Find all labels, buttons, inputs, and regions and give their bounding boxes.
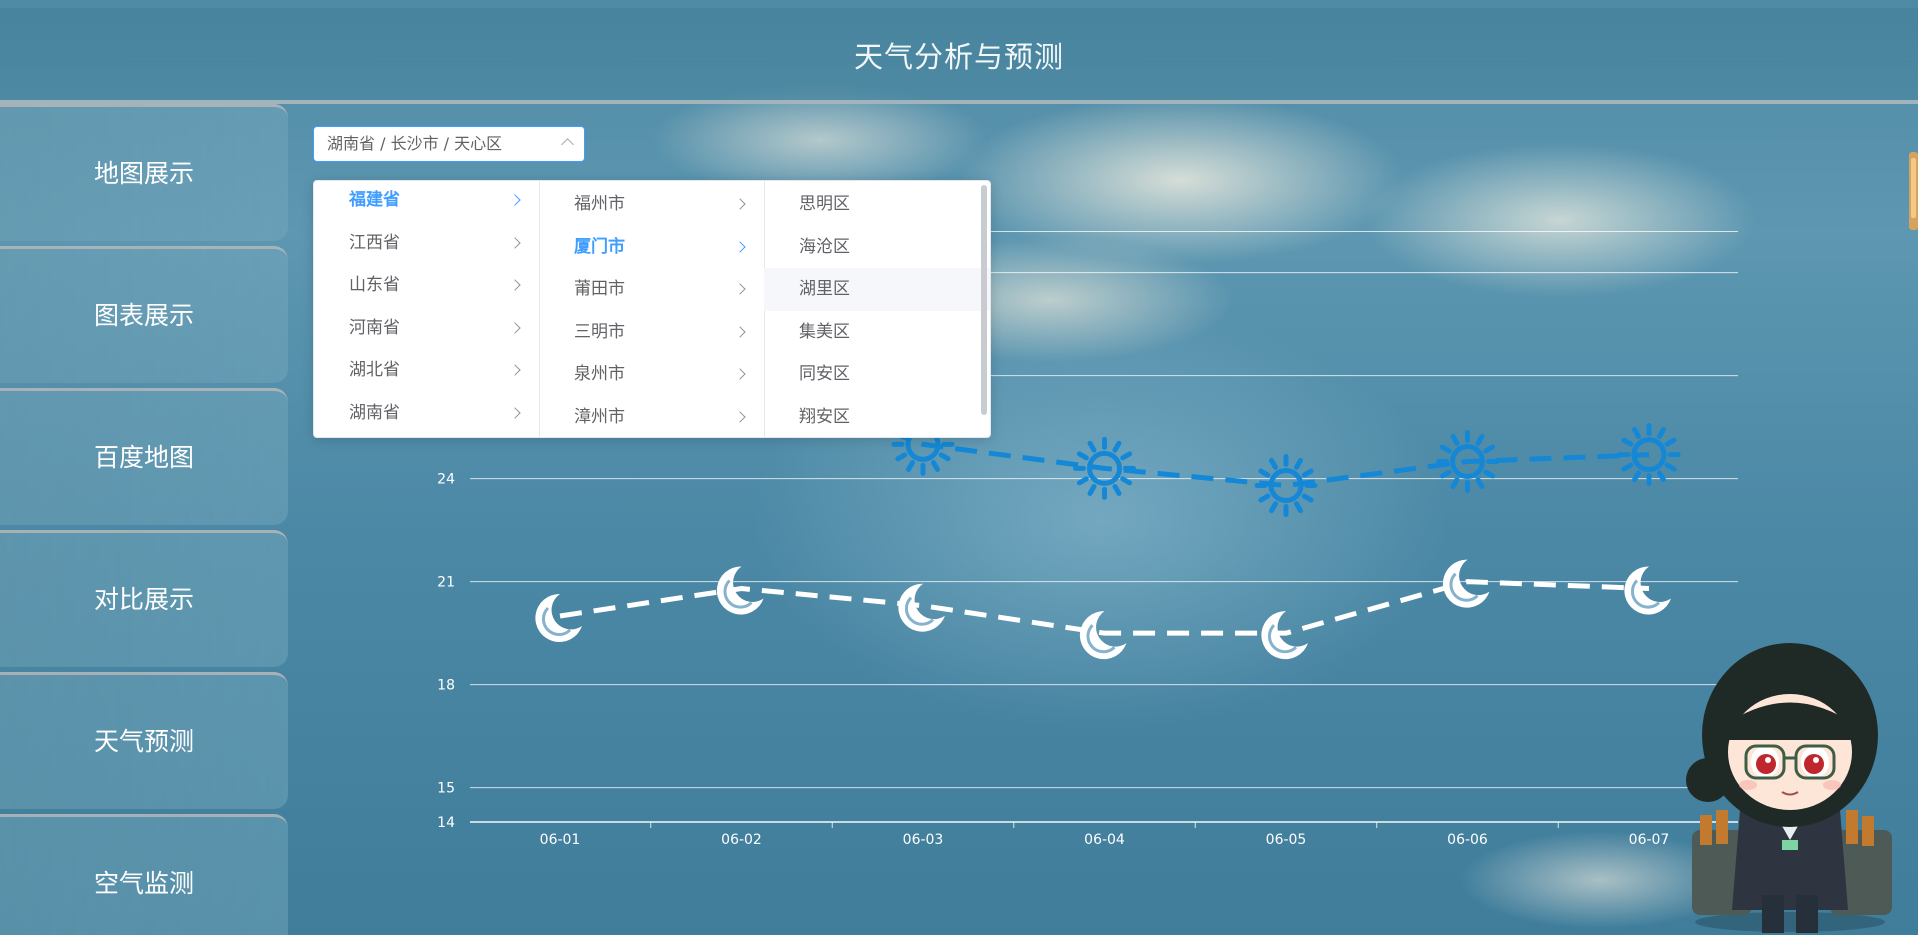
region-cascader-input[interactable]: 湖南省 / 长沙市 / 天心区 [313, 126, 585, 162]
header-bar: 天气分析与预测 [0, 8, 1918, 104]
y-tick-label: 18 [437, 678, 455, 694]
city-option[interactable]: 泉州市 [539, 353, 764, 396]
province-option[interactable]: 湖南省 [314, 392, 539, 435]
chevron-right-icon [734, 325, 746, 338]
city-option[interactable]: 漳州市 [539, 396, 764, 438]
district-option[interactable]: 翔安区 [764, 396, 990, 438]
city-option[interactable]: 三明市 [539, 311, 764, 354]
x-tick-label: 06-05 [1266, 832, 1307, 848]
district-option[interactable]: 同安区 [764, 353, 990, 396]
district-option[interactable]: 海沧区 [764, 226, 990, 269]
city-option-label: 莆田市 [574, 279, 625, 299]
province-option-label: 福建省 [349, 190, 400, 210]
page-title: 天气分析与预测 [853, 40, 1064, 74]
district-option-label: 同安区 [799, 364, 850, 384]
province-option-label: 江西省 [349, 232, 400, 253]
chevron-right-icon [734, 368, 746, 380]
x-tick-label: 06-06 [1447, 832, 1488, 848]
chevron-right-icon [509, 194, 521, 206]
province-option-label: 湖南省 [349, 402, 400, 423]
chevron-right-icon [509, 321, 521, 334]
sidebar-item-compare[interactable]: 对比展示 [0, 530, 288, 667]
province-option[interactable]: 山东省 [314, 264, 539, 307]
x-tick-label: 06-03 [903, 832, 944, 848]
cascader-dropdown: 福建省江西省山东省河南省湖北省湖南省 福州市厦门市莆田市三明市泉州市漳州市 思明… [313, 180, 991, 438]
x-tick-label: 06-01 [540, 832, 581, 848]
chevron-right-icon [509, 364, 521, 376]
sidebar-item-baidu-map[interactable]: 百度地图 [0, 388, 288, 525]
city-option-label: 厦门市 [574, 236, 625, 257]
district-option[interactable]: 思明区 [764, 183, 990, 226]
anime-girl-mascot [1686, 643, 1892, 933]
app-background: 14 15 18 21 24 06-01 06-02 06-03 06-04 06-05 06-06… [0, 0, 1918, 935]
province-option[interactable]: 湖北省 [314, 349, 539, 392]
sidebar-item-charts[interactable]: 图表展示 [0, 246, 288, 383]
province-option-label: 河南省 [349, 317, 400, 338]
chevron-right-icon [734, 198, 746, 210]
district-menu-scrollbar[interactable] [981, 185, 987, 415]
chevron-right-icon [734, 283, 746, 295]
chevron-right-icon [509, 236, 521, 249]
district-menu: 思明区海沧区湖里区集美区同安区翔安区 [764, 181, 990, 437]
chevron-up-icon[interactable] [561, 138, 574, 151]
district-option-label: 翔安区 [799, 406, 850, 427]
city-option-label: 福州市 [574, 194, 625, 214]
x-tick-label: 06-04 [1084, 832, 1125, 848]
y-tick-label: 15 [437, 781, 455, 797]
y-tick-label: 21 [437, 575, 455, 591]
city-option-label: 三明市 [574, 321, 625, 342]
district-option[interactable]: 集美区 [764, 311, 990, 354]
city-option[interactable]: 莆田市 [539, 268, 764, 311]
x-tick-label: 06-02 [721, 832, 762, 848]
y-tick-label: 14 [437, 815, 455, 831]
chevron-right-icon [734, 410, 746, 423]
district-option-label: 思明区 [799, 194, 850, 214]
city-menu: 福州市厦门市莆田市三明市泉州市漳州市 [539, 181, 765, 437]
province-option[interactable]: 江西省 [314, 222, 539, 265]
sidebar-item-map[interactable]: 地图展示 [0, 104, 288, 241]
province-option-label: 山东省 [349, 275, 400, 295]
x-tick-label: 06-07 [1629, 832, 1670, 848]
chevron-right-icon [734, 240, 746, 253]
y-tick-label: 24 [437, 472, 455, 488]
district-option-label: 集美区 [799, 321, 850, 342]
district-option[interactable]: 湖里区 [764, 268, 990, 311]
sidebar-item-air-quality[interactable]: 空气监测 [0, 814, 288, 935]
cascader-value: 湖南省 / 长沙市 / 天心区 [327, 134, 503, 153]
chevron-right-icon [509, 279, 521, 291]
city-option[interactable]: 福州市 [539, 183, 764, 226]
province-option-label: 湖北省 [349, 360, 400, 380]
city-option-label: 泉州市 [574, 364, 625, 384]
moon-icon [535, 593, 582, 642]
district-option-label: 海沧区 [799, 236, 850, 257]
city-option[interactable]: 厦门市 [539, 226, 764, 269]
sidebar: 地图展示 图表展示 百度地图 对比展示 天气预测 空气监测 [0, 104, 288, 935]
city-option-label: 漳州市 [574, 406, 625, 427]
province-option[interactable]: 福建省 [314, 181, 539, 222]
province-menu: 福建省江西省山东省河南省湖北省湖南省 [314, 181, 540, 437]
province-option[interactable]: 河南省 [314, 307, 539, 350]
sun-icon [1254, 454, 1318, 518]
page-scrollbar[interactable] [1909, 152, 1918, 230]
sidebar-item-forecast[interactable]: 天气预测 [0, 672, 288, 809]
district-option-label: 湖里区 [799, 279, 850, 299]
chevron-right-icon [509, 406, 521, 419]
